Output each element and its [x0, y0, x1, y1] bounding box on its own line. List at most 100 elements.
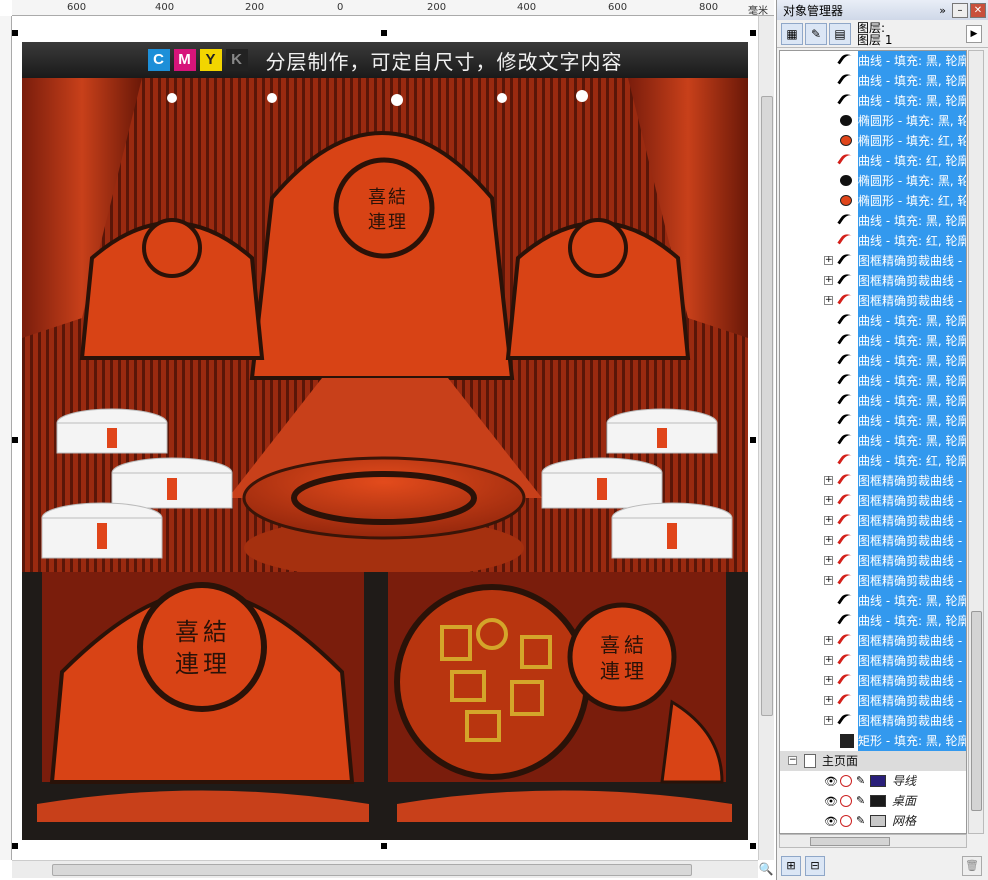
object-row[interactable]: 曲线 - 填充: 红, 轮廓	[780, 451, 966, 471]
object-row[interactable]: 曲线 - 填充: 黑, 轮廓	[780, 411, 966, 431]
layer-manager-view-icon[interactable]: ▤	[829, 22, 851, 45]
artboard-page[interactable]: CMYK 分层制作，可定自尺寸，修改文字内容 喜 結 連 理 喜 結 連 理 喜…	[22, 42, 748, 840]
delete-icon[interactable]: 🗑	[962, 856, 982, 876]
object-row[interactable]: + 图框精确剪裁曲线 -	[780, 711, 966, 731]
object-row[interactable]: 曲线 - 填充: 黑, 轮廓	[780, 391, 966, 411]
object-row[interactable]: + 图框精确剪裁曲线 -	[780, 511, 966, 531]
new-layer-icon[interactable]: ⊞	[781, 856, 801, 876]
eye-icon[interactable]: 👁	[824, 795, 838, 808]
docker-menu-arrow-icon[interactable]: ▶	[966, 24, 982, 43]
scroll-thumb[interactable]	[810, 837, 890, 846]
object-row[interactable]: 曲线 - 填充: 黑, 轮廓	[780, 211, 966, 231]
object-row[interactable]: + 图框精确剪裁曲线 -	[780, 651, 966, 671]
eye-icon[interactable]: 👁	[824, 815, 838, 828]
collapse-toggle[interactable]: −	[788, 756, 797, 765]
expand-toggle[interactable]: +	[824, 496, 833, 505]
layer-color-swatch[interactable]	[870, 815, 886, 827]
drawing-canvas[interactable]: 600 400 200 0 200 400 600 800 毫米 CMYK 分层制作，可定自尺寸…	[0, 0, 776, 880]
master-layer-row[interactable]: 👁 ✎ 桌面	[780, 791, 966, 811]
object-row[interactable]: 曲线 - 填充: 黑, 轮廓	[780, 71, 966, 91]
object-row[interactable]: + 图框精确剪裁曲线 -	[780, 671, 966, 691]
expand-toggle[interactable]: +	[824, 536, 833, 545]
pencil-icon[interactable]: ✎	[856, 774, 865, 787]
object-row[interactable]: + 图框精确剪裁曲线 -	[780, 471, 966, 491]
object-row[interactable]: 椭圆形 - 填充: 红, 轮	[780, 131, 966, 151]
tree-horizontal-scrollbar[interactable]	[779, 834, 967, 848]
selection-handle[interactable]	[12, 843, 18, 849]
expand-toggle[interactable]: +	[824, 576, 833, 585]
object-row[interactable]: 曲线 - 填充: 黑, 轮廓	[780, 611, 966, 631]
object-row[interactable]: 曲线 - 填充: 黑, 轮廓	[780, 331, 966, 351]
object-row[interactable]: + 图框精确剪裁曲线 -	[780, 531, 966, 551]
master-layer-row[interactable]: 👁 ✎ 网格	[780, 811, 966, 831]
object-row[interactable]: 曲线 - 填充: 红, 轮廓	[780, 151, 966, 171]
eye-icon[interactable]: 👁	[824, 775, 838, 788]
show-properties-icon[interactable]: ▦	[781, 22, 803, 45]
object-row[interactable]: 曲线 - 填充: 黑, 轮廓	[780, 591, 966, 611]
minimize-button[interactable]: –	[952, 2, 968, 18]
edit-across-layers-icon[interactable]: ✎	[805, 22, 827, 45]
print-toggle-icon[interactable]	[840, 775, 852, 787]
object-row[interactable]: 曲线 - 填充: 黑, 轮廓	[780, 371, 966, 391]
scroll-thumb[interactable]	[52, 864, 692, 876]
expand-toggle[interactable]: +	[824, 476, 833, 485]
expand-toggle[interactable]: +	[824, 636, 833, 645]
object-row[interactable]: + 图框精确剪裁曲线 -	[780, 271, 966, 291]
expand-toggle[interactable]: +	[824, 556, 833, 565]
pencil-icon[interactable]: ✎	[856, 814, 865, 827]
tree-vertical-scrollbar[interactable]	[968, 50, 984, 834]
expand-toggle[interactable]: +	[824, 696, 833, 705]
object-row[interactable]: 矩形 - 填充: 黑, 轮廓	[780, 731, 966, 751]
canvas-horizontal-scrollbar[interactable]	[12, 860, 758, 878]
master-layer-row[interactable]: 👁 ✎ 导线	[780, 771, 966, 791]
object-row[interactable]: + 图框精确剪裁曲线 -	[780, 691, 966, 711]
scroll-thumb[interactable]	[761, 96, 773, 716]
selection-handle[interactable]	[12, 30, 18, 36]
object-row[interactable]: 曲线 - 填充: 黑, 轮廓	[780, 91, 966, 111]
object-row[interactable]: 曲线 - 填充: 黑, 轮廓	[780, 351, 966, 371]
expand-toggle[interactable]: +	[824, 716, 833, 725]
object-row[interactable]: + 图框精确剪裁曲线 -	[780, 291, 966, 311]
collapse-icon[interactable]: »	[939, 4, 946, 17]
master-page-row[interactable]: − 主页面	[780, 751, 966, 771]
layer-color-swatch[interactable]	[870, 795, 886, 807]
object-row[interactable]: + 图框精确剪裁曲线 -	[780, 631, 966, 651]
print-toggle-icon[interactable]	[840, 795, 852, 807]
object-row[interactable]: 曲线 - 填充: 黑, 轮廓	[780, 51, 966, 71]
backdrop-variants[interactable]: 喜 結 連 理 喜 結 連 理	[22, 572, 748, 840]
selection-handle[interactable]	[750, 843, 756, 849]
new-master-layer-icon[interactable]: ⊟	[805, 856, 825, 876]
expand-toggle[interactable]: +	[824, 656, 833, 665]
object-row[interactable]: + 图框精确剪裁曲线 -	[780, 251, 966, 271]
expand-toggle[interactable]: +	[824, 276, 833, 285]
layer-color-swatch[interactable]	[870, 775, 886, 787]
object-row[interactable]: + 图框精确剪裁曲线 -	[780, 571, 966, 591]
object-row[interactable]: 曲线 - 填充: 黑, 轮廓	[780, 431, 966, 451]
object-row[interactable]: 曲线 - 填充: 黑, 轮廓	[780, 311, 966, 331]
object-row[interactable]: + 图框精确剪裁曲线 -	[780, 491, 966, 511]
close-button[interactable]: ✕	[970, 2, 986, 18]
horizontal-ruler[interactable]: 600 400 200 0 200 400 600 800 毫米	[12, 0, 774, 17]
expand-toggle[interactable]: +	[824, 676, 833, 685]
print-toggle-icon[interactable]	[840, 815, 852, 827]
vertical-ruler[interactable]	[0, 16, 12, 860]
object-row[interactable]: + 图框精确剪裁曲线 -	[780, 551, 966, 571]
pencil-icon[interactable]: ✎	[856, 794, 865, 807]
zoom-icon[interactable]: 🔍	[757, 860, 775, 878]
object-row[interactable]: 曲线 - 填充: 红, 轮廓	[780, 231, 966, 251]
expand-toggle[interactable]: +	[824, 296, 833, 305]
scroll-thumb[interactable]	[971, 611, 982, 811]
expand-toggle[interactable]: +	[824, 256, 833, 265]
selection-handle[interactable]	[381, 30, 387, 36]
canvas-vertical-scrollbar[interactable]	[758, 16, 774, 860]
object-row[interactable]: 椭圆形 - 填充: 黑, 轮	[780, 171, 966, 191]
expand-toggle[interactable]: +	[824, 516, 833, 525]
selection-handle[interactable]	[381, 843, 387, 849]
selection-handle[interactable]	[12, 437, 18, 443]
object-row[interactable]: 椭圆形 - 填充: 黑, 轮	[780, 111, 966, 131]
wedding-stage-illustration[interactable]: 喜 結 連 理	[22, 78, 748, 572]
selection-handle[interactable]	[750, 437, 756, 443]
object-tree[interactable]: 曲线 - 填充: 黑, 轮廓 曲线 - 填充: 黑, 轮廓 曲线 - 填充: 黑, …	[779, 50, 967, 834]
selection-handle[interactable]	[750, 30, 756, 36]
object-row[interactable]: 椭圆形 - 填充: 红, 轮	[780, 191, 966, 211]
